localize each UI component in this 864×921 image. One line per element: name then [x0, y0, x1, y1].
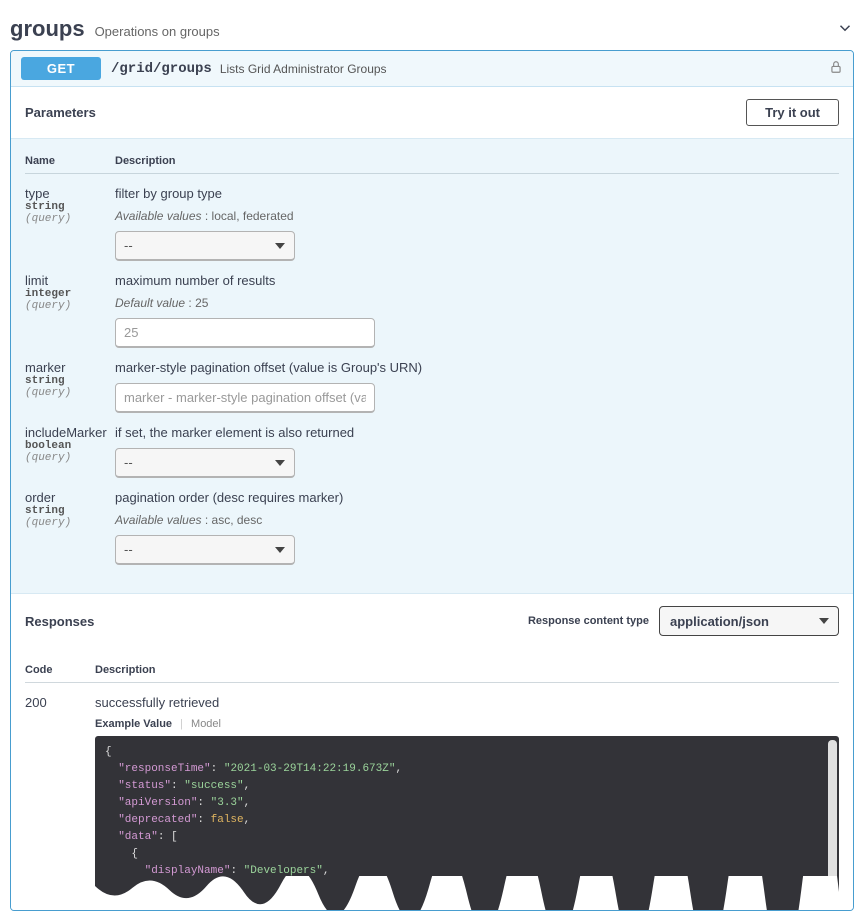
response-row: 200 successfully retrieved Example Value… — [25, 683, 839, 911]
param-desc: maximum number of results — [115, 273, 839, 288]
param-row: limit integer (query) maximum number of … — [25, 261, 839, 348]
param-type: boolean — [25, 440, 115, 452]
responses-heading: Responses — [25, 614, 94, 629]
response-desc: successfully retrieved — [95, 695, 839, 710]
param-type: string — [25, 505, 115, 517]
param-in: (query) — [25, 452, 115, 464]
param-in: (query) — [25, 517, 115, 529]
tab-model[interactable]: Model — [191, 718, 221, 730]
method-badge: GET — [21, 57, 101, 80]
section-subtitle: Operations on groups — [95, 24, 220, 39]
example-code[interactable]: { "responseTime": "2021-03-29T14:22:19.6… — [95, 736, 839, 910]
section-title: groups — [10, 16, 85, 42]
param-name: includeMarker — [25, 425, 115, 440]
param-desc: marker-style pagination offset (value is… — [115, 360, 839, 375]
col-name-header: Name — [25, 147, 115, 174]
operation-summary: Lists Grid Administrator Groups — [220, 62, 387, 76]
chevron-down-icon[interactable] — [836, 19, 854, 40]
limit-input[interactable] — [115, 318, 375, 348]
param-row: type string (query) filter by group type… — [25, 174, 839, 262]
responses-table: Code Description 200 successfully retrie… — [25, 656, 839, 910]
section-header[interactable]: groups Operations on groups — [10, 10, 854, 50]
param-type: integer — [25, 288, 115, 300]
col-code-header: Code — [25, 656, 95, 683]
param-in: (query) — [25, 300, 115, 312]
responses-bar: Responses Response content type applicat… — [11, 593, 853, 648]
parameters-bar: Parameters Try it out — [11, 87, 853, 139]
parameters-heading: Parameters — [25, 105, 96, 120]
parameters-table: Name Description type string (query) fil… — [25, 147, 839, 565]
param-row: includeMarker boolean (query) if set, th… — [25, 413, 839, 478]
param-type: string — [25, 201, 115, 213]
includemarker-select[interactable]: -- — [115, 448, 295, 478]
lock-icon[interactable] — [829, 60, 843, 77]
response-code: 200 — [25, 683, 95, 911]
operation-header[interactable]: GET /grid/groups Lists Grid Administrato… — [11, 51, 853, 87]
response-content-type-label: Response content type — [528, 615, 649, 627]
operation-block: GET /grid/groups Lists Grid Administrato… — [10, 50, 854, 911]
param-name: order — [25, 490, 115, 505]
param-name: type — [25, 186, 115, 201]
tab-example-value[interactable]: Example Value — [95, 718, 172, 730]
param-type: string — [25, 375, 115, 387]
responses-body: Code Description 200 successfully retrie… — [11, 648, 853, 910]
param-desc: pagination order (desc requires marker) — [115, 490, 839, 505]
type-select[interactable]: -- — [115, 231, 295, 261]
scrollbar[interactable] — [828, 740, 837, 892]
order-select[interactable]: -- — [115, 535, 295, 565]
operation-path: /grid/groups — [111, 61, 212, 77]
param-desc: if set, the marker element is also retur… — [115, 425, 839, 440]
param-meta: Available values : asc, desc — [115, 513, 839, 527]
param-desc: filter by group type — [115, 186, 839, 201]
param-meta: Available values : local, federated — [115, 209, 839, 223]
param-in: (query) — [25, 387, 115, 399]
param-in: (query) — [25, 213, 115, 225]
parameters-body: Name Description type string (query) fil… — [11, 139, 853, 593]
param-name: limit — [25, 273, 115, 288]
col-desc-header: Description — [95, 656, 839, 683]
marker-input[interactable] — [115, 383, 375, 413]
param-row: marker string (query) marker-style pagin… — [25, 348, 839, 413]
col-desc-header: Description — [115, 147, 839, 174]
response-content-type-select[interactable]: application/json — [659, 606, 839, 636]
param-name: marker — [25, 360, 115, 375]
example-code-wrap: { "responseTime": "2021-03-29T14:22:19.6… — [95, 736, 839, 910]
param-meta: Default value : 25 — [115, 296, 839, 310]
try-it-out-button[interactable]: Try it out — [746, 99, 839, 126]
param-row: order string (query) pagination order (d… — [25, 478, 839, 565]
example-tabs: Example Value | Model — [95, 718, 839, 730]
